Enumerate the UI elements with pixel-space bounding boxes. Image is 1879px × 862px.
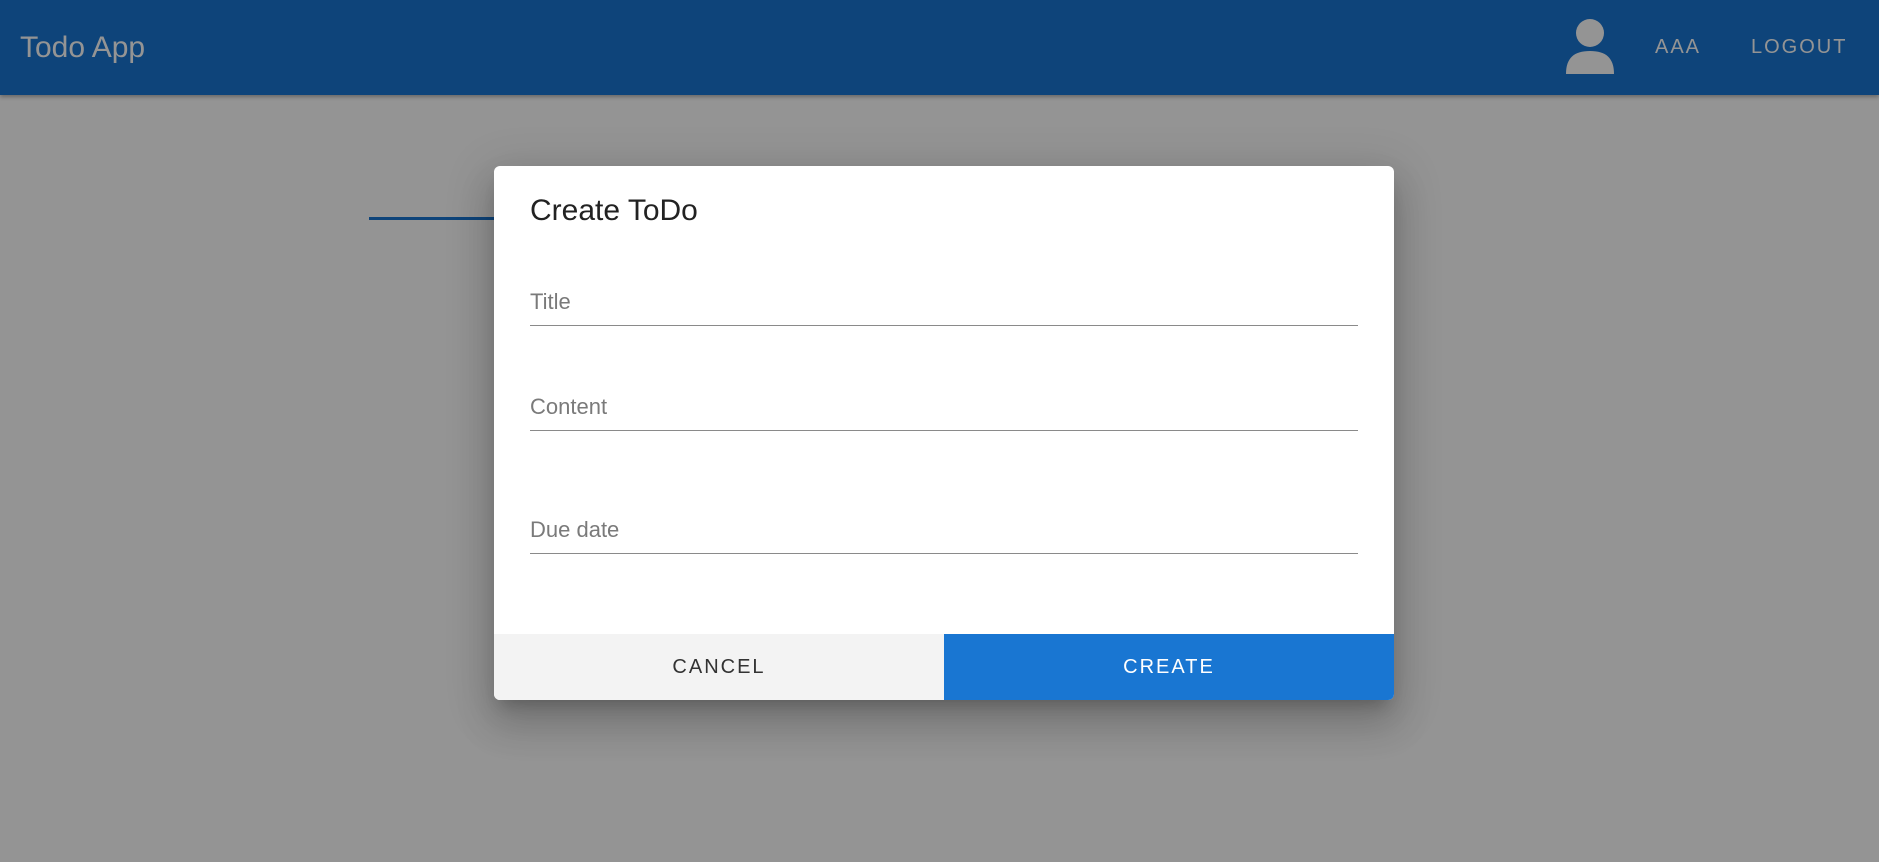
- content-field-label: Content: [530, 394, 608, 419]
- title-field[interactable]: Title: [530, 275, 1358, 326]
- due-date-field-label: Due date: [530, 517, 620, 542]
- create-button[interactable]: CREATE: [944, 634, 1394, 700]
- content-field[interactable]: Content: [530, 380, 1358, 431]
- dialog-actions: CANCEL CREATE: [494, 634, 1394, 700]
- title-field-label: Title: [530, 289, 571, 314]
- create-todo-dialog: Create ToDo Title Content Due date CANCE…: [494, 166, 1394, 700]
- due-date-field[interactable]: Due date: [530, 503, 1358, 554]
- dialog-title: Create ToDo: [530, 194, 698, 227]
- cancel-button[interactable]: CANCEL: [494, 634, 944, 700]
